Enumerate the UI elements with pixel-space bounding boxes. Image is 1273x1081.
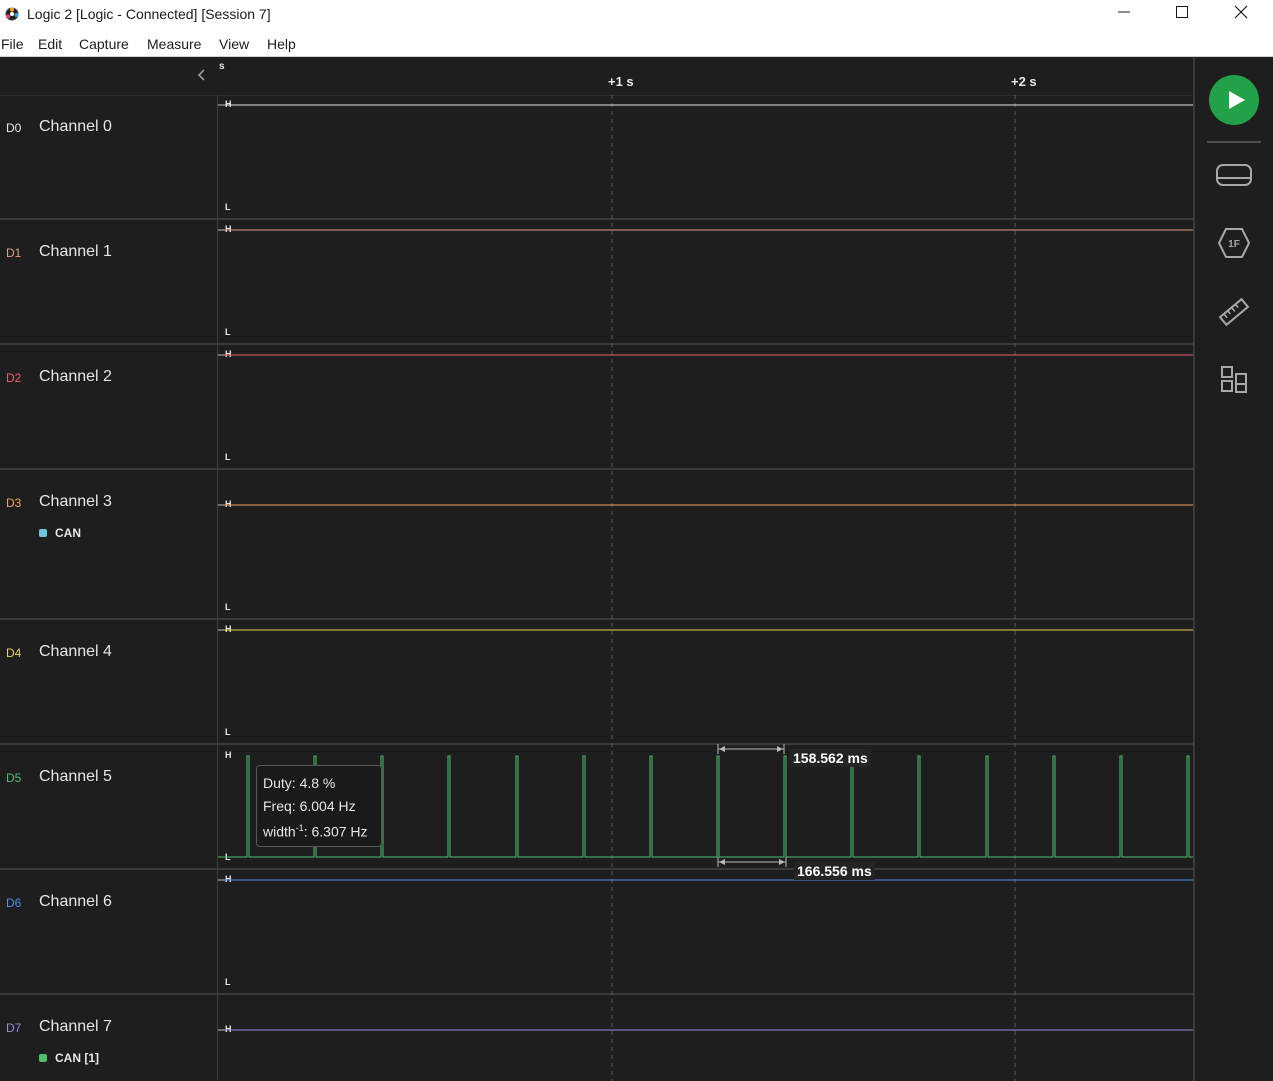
close-window-button[interactable] (1211, 0, 1269, 30)
start-capture-button[interactable] (1209, 75, 1259, 125)
timeline-header[interactable]: s +1 s +2 s (0, 57, 1193, 96)
minimize-icon (1118, 11, 1130, 13)
close-icon (1234, 5, 1248, 19)
analyzers-icon[interactable]: 1F (1215, 224, 1253, 262)
capture-view[interactable]: s +1 s +2 s D0 Channel 0 H L D1 Channel … (0, 57, 1193, 1081)
tooltip-width: width-1: 6.307 Hz (263, 817, 381, 843)
svg-text:1F: 1F (1228, 239, 1240, 250)
menu-help[interactable]: Help (267, 36, 296, 52)
menu-view[interactable]: View (219, 36, 249, 52)
collapse-panel-icon[interactable] (194, 67, 210, 83)
period-measurement[interactable]: 166.556 ms (794, 862, 875, 880)
time-tick-1s: +1 s (608, 74, 634, 89)
device-icon[interactable] (1215, 157, 1253, 195)
menu-edit[interactable]: Edit (38, 36, 62, 52)
period-marker-arrow-left (719, 859, 725, 865)
menu-capture[interactable]: Capture (79, 36, 129, 52)
maximize-icon (1176, 6, 1188, 18)
time-tick-2s: +2 s (1011, 74, 1037, 89)
title-bar: Logic 2 [Logic - Connected] [Session 7] (0, 0, 1273, 30)
sidebar-divider (1207, 141, 1261, 143)
timeline-unit: s (219, 61, 225, 72)
channel-label-column (0, 95, 218, 1081)
tooltip-width-prefix: width (263, 823, 296, 840)
maximize-button[interactable] (1153, 0, 1211, 30)
pulse-period-measurement[interactable]: 158.562 ms (790, 749, 871, 767)
measurement-tooltip: Duty: 4.8 % Freq: 6.004 Hz width-1: 6.30… (256, 765, 382, 847)
menu-measure[interactable]: Measure (147, 36, 201, 52)
tooltip-freq: Freq: 6.004 Hz (263, 797, 356, 814)
measure-ruler-icon[interactable] (1215, 293, 1253, 331)
right-sidebar: 1F (1193, 57, 1273, 1081)
minimize-button[interactable] (1095, 0, 1153, 30)
logic-app-icon (5, 7, 19, 21)
waveform-area[interactable] (218, 95, 1193, 1081)
pulse-period-marker-arrow-right (777, 746, 783, 752)
extensions-icon[interactable] (1215, 360, 1253, 398)
window-title: Logic 2 [Logic - Connected] [Session 7] (27, 6, 271, 22)
tooltip-duty: Duty: 4.8 % (263, 775, 336, 791)
period-marker-arrow-right (779, 859, 785, 865)
tooltip-width-exp: -1 (295, 823, 304, 833)
menu-bar: File Edit Capture Measure View Help (0, 30, 1273, 57)
menu-file[interactable]: File (1, 36, 24, 52)
pulse-period-marker-arrow-left (719, 746, 725, 752)
tooltip-width-value: : 6.307 Hz (303, 823, 368, 840)
